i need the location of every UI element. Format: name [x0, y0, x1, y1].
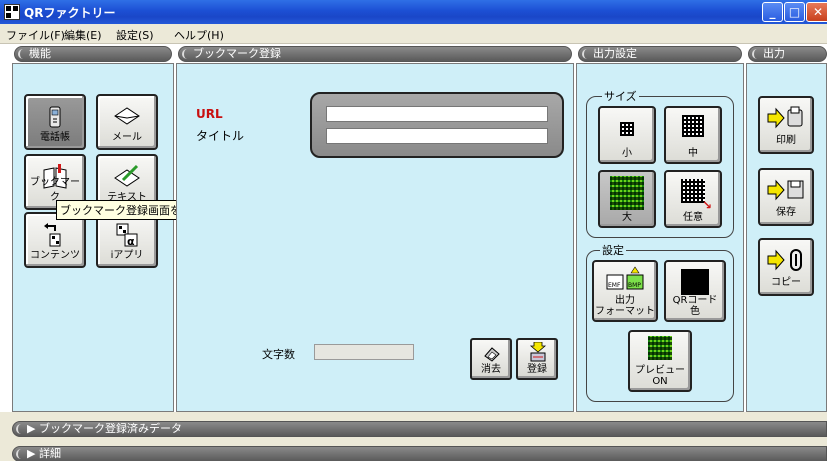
maximize-button[interactable]: □	[784, 2, 805, 22]
iappli-label: iアプリ	[110, 250, 144, 261]
menu-settings[interactable]: 設定(S)	[116, 27, 154, 43]
mail-button[interactable]: メール	[96, 94, 158, 150]
close-button[interactable]: ✕	[806, 2, 827, 22]
size-small-button[interactable]: 小	[598, 106, 656, 164]
title-bar: QRファクトリー _ □ ✕	[0, 0, 827, 24]
registered-data-bar[interactable]: ▶ ブックマーク登録済みデータ	[12, 421, 827, 437]
print-button[interactable]: 印刷	[758, 96, 814, 154]
phonebook-button[interactable]: 電話帳	[24, 94, 86, 150]
size-group-label: サイズ	[602, 88, 639, 104]
function-panel-header: 機能	[14, 46, 172, 62]
output-settings-header: 出力設定	[578, 46, 742, 62]
save-label: 保存	[776, 207, 796, 218]
save-icon	[767, 179, 804, 201]
preview-qr-icon	[648, 336, 672, 360]
bmp-glyph: BMP	[628, 282, 641, 289]
clip-icon	[767, 249, 802, 271]
size-custom-label: 任意	[683, 212, 703, 223]
size-small-label: 小	[622, 148, 632, 159]
url-input[interactable]	[326, 106, 548, 122]
close-icon: ✕	[812, 5, 824, 19]
output-panel-header: 出力	[748, 46, 827, 62]
contents-label: コンテンツ	[30, 250, 80, 261]
window-title: QRファクトリー	[24, 6, 116, 20]
output-format-label: 出力 フォーマット	[595, 295, 655, 317]
emf-glyph: EMF	[608, 282, 621, 289]
save-button[interactable]: 保存	[758, 168, 814, 226]
contents-icon	[44, 223, 61, 247]
qr-app-icon	[4, 4, 20, 20]
bookmark-label: ブックマーク	[30, 177, 80, 203]
phone-icon	[49, 106, 61, 128]
settings-group-label: 設定	[600, 242, 626, 258]
output-format-button[interactable]: EMF BMP 出力 フォーマット	[592, 260, 658, 322]
contents-button[interactable]: コンテンツ	[24, 212, 86, 268]
qr-color-label: QRコード 色	[672, 295, 718, 317]
envelope-icon	[114, 107, 140, 125]
qr-color-button[interactable]: QRコード 色	[664, 260, 726, 322]
menu-file[interactable]: ファイル(F)	[6, 27, 65, 43]
maximize-icon: □	[788, 5, 801, 19]
char-count-label: 文字数	[262, 348, 295, 361]
mail-label: メール	[112, 132, 142, 143]
qr-large-icon	[610, 176, 644, 210]
register-label: 登録	[527, 364, 547, 375]
bookmark-input-frame	[310, 92, 564, 158]
size-large-button[interactable]: 大	[598, 170, 656, 228]
url-label: URL	[196, 107, 223, 121]
details-bar[interactable]: ▶ 詳細	[12, 446, 827, 461]
qr-small-icon	[620, 122, 634, 136]
preview-label: プレビュー ON	[635, 365, 685, 387]
menu-bar: ファイル(F) 編集(E) 設定(S) ヘルプ(H)	[0, 24, 827, 44]
iappli-button[interactable]: α iアプリ	[96, 212, 158, 268]
minimize-button[interactable]: _	[762, 2, 783, 22]
clear-label: 消去	[481, 364, 501, 375]
register-button[interactable]: 登録	[516, 338, 558, 380]
bookmark-panel-header: ブックマーク登録	[178, 46, 572, 62]
pencil-paper-icon	[114, 164, 140, 187]
title-input[interactable]	[326, 128, 548, 144]
copy-button[interactable]: コピー	[758, 238, 814, 296]
qr-medium-icon	[682, 115, 704, 137]
resize-arrow-icon: ↘	[702, 198, 713, 212]
char-count-field	[314, 344, 414, 360]
size-medium-button[interactable]: 中	[664, 106, 722, 164]
size-large-label: 大	[622, 212, 632, 223]
print-label: 印刷	[776, 135, 796, 146]
size-custom-button[interactable]: ↘ 任意	[664, 170, 722, 228]
clear-button[interactable]: 消去	[470, 338, 512, 380]
iappli-icon: α	[116, 223, 138, 248]
color-swatch-icon	[681, 269, 709, 295]
menu-help[interactable]: ヘルプ(H)	[174, 27, 224, 43]
minimize-icon: _	[769, 5, 776, 19]
print-icon	[767, 106, 803, 129]
app-window: QRファクトリー _ □ ✕ ファイル(F) 編集(E) 設定(S) ヘルプ(H…	[0, 0, 827, 461]
title-label: タイトル	[196, 129, 245, 143]
register-icon	[529, 342, 547, 362]
copy-label: コピー	[771, 277, 801, 288]
preview-button[interactable]: プレビュー ON	[628, 330, 692, 392]
menu-edit[interactable]: 編集(E)	[64, 27, 102, 43]
size-medium-label: 中	[688, 148, 698, 159]
phonebook-label: 電話帳	[40, 132, 70, 143]
format-icon: EMF BMP	[606, 266, 644, 290]
